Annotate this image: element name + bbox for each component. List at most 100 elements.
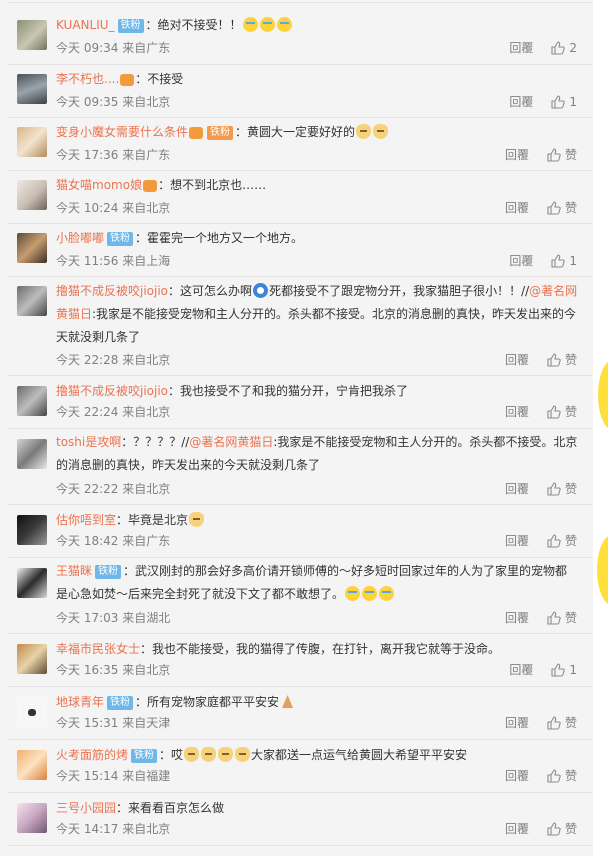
like-button[interactable]: 赞 <box>547 352 577 368</box>
like-button[interactable]: 赞 <box>547 610 577 626</box>
crying-face-emoji-icon <box>362 586 378 601</box>
iron-fan-badge[interactable]: 铁粉 <box>131 749 158 763</box>
thumbs-up-icon <box>547 534 561 548</box>
comment-body: 我也不能接受，我的猫得了传腹，在打针，离开我它就等于没命。 <box>152 642 501 656</box>
avatar[interactable] <box>17 697 47 727</box>
username-link[interactable]: 三号小园园 <box>56 801 116 815</box>
divider <box>8 792 593 793</box>
username-link[interactable]: 小脸嘟嘟 <box>56 231 104 245</box>
comment-body: 哎 <box>171 748 184 762</box>
reply-button[interactable]: 回覆 <box>505 610 529 626</box>
username-link[interactable]: 王猫眯 <box>56 564 92 578</box>
reply-button[interactable]: 回覆 <box>509 662 533 678</box>
mention-link[interactable]: @著名网黄猫日 <box>189 435 273 449</box>
thumbs-up-icon <box>551 254 566 268</box>
avatar[interactable] <box>17 386 47 416</box>
praying-hands-emoji-icon <box>280 694 295 709</box>
comment-meta: 今天 15:14 来自福建 <box>56 769 171 783</box>
thumbs-up-icon <box>547 148 561 162</box>
like-count: 赞 <box>564 769 577 783</box>
divider <box>8 276 593 277</box>
divider <box>8 686 593 687</box>
iron-fan-badge[interactable]: 铁粉 <box>107 696 134 710</box>
like-button[interactable]: 赞 <box>547 404 577 420</box>
username-link[interactable]: 李不朽也.... <box>56 72 119 86</box>
username-link[interactable]: 火考面筋的烤 <box>56 748 128 762</box>
like-count: 赞 <box>564 148 577 162</box>
reply-button[interactable]: 回覆 <box>509 94 533 110</box>
avatar[interactable] <box>17 803 47 833</box>
username-link[interactable]: toshi是攻啊 <box>56 435 121 449</box>
avatar[interactable] <box>17 644 47 674</box>
like-button[interactable]: 1 <box>551 662 577 678</box>
comment-meta: 今天 11:56 来自上海 <box>56 254 171 268</box>
reply-button[interactable]: 回覆 <box>505 821 529 837</box>
like-button[interactable]: 赞 <box>547 533 577 549</box>
divider <box>8 557 593 558</box>
reply-button[interactable]: 回覆 <box>505 768 529 784</box>
like-count: 赞 <box>564 534 577 548</box>
crying-face-emoji-icon <box>242 17 258 32</box>
thumbs-up-icon <box>547 822 561 836</box>
username-link[interactable]: 撸猫不成反被咬jiojio <box>56 384 168 398</box>
username-link[interactable]: 撸猫不成反被咬jiojio <box>56 284 168 298</box>
reply-button[interactable]: 回覆 <box>505 481 529 497</box>
thumbs-up-icon <box>551 41 566 55</box>
username-link[interactable]: KUANLIU_ <box>56 18 115 32</box>
like-button[interactable]: 1 <box>551 94 577 110</box>
thumbs-up-icon <box>547 716 561 730</box>
comment-body: 来看看百京怎么做 <box>128 801 225 815</box>
like-button[interactable]: 赞 <box>547 715 577 731</box>
avatar[interactable] <box>17 515 47 545</box>
page-edge <box>593 0 608 856</box>
crying-face-emoji-icon <box>259 17 275 32</box>
like-button[interactable]: 赞 <box>547 200 577 216</box>
reply-button[interactable]: 回覆 <box>505 352 529 368</box>
reply-button[interactable]: 回覆 <box>505 715 529 731</box>
reply-button[interactable]: 回覆 <box>505 533 529 549</box>
comment-body: 绝对不接受！！ <box>157 18 242 32</box>
like-button[interactable]: 赞 <box>547 821 577 837</box>
crying-face-emoji-icon <box>379 586 395 601</box>
iron-fan-badge[interactable]: 铁粉 <box>107 232 134 246</box>
comment-meta: 今天 09:34 来自广东 <box>56 41 171 55</box>
iron-fan-badge[interactable]: 铁粉 <box>207 126 234 140</box>
member-crown-icon <box>189 127 204 139</box>
avatar[interactable] <box>17 74 47 104</box>
avatar[interactable] <box>17 127 47 157</box>
like-button[interactable]: 1 <box>551 253 577 269</box>
comment-text: 撸猫不成反被咬jiojio：我也接受不了和我的猫分开，宁肯把我杀了 <box>56 384 409 398</box>
username-link[interactable]: 猫女喵momo娘 <box>56 178 142 192</box>
comment-body: 所有宠物家庭都平平安安 <box>147 695 280 709</box>
comment-text: 猫女喵momo娘 ：想不到北京也…… <box>56 178 267 192</box>
avatar[interactable] <box>17 439 47 469</box>
like-button[interactable]: 赞 <box>547 768 577 784</box>
like-button[interactable]: 赞 <box>547 481 577 497</box>
reply-button[interactable]: 回覆 <box>505 404 529 420</box>
avatar[interactable] <box>17 286 47 316</box>
reply-button[interactable]: 回覆 <box>509 253 533 269</box>
comment-body: 我也接受不了和我的猫分开，宁肯把我杀了 <box>180 384 409 398</box>
comment-text: 三号小园园：来看看百京怎么做 <box>56 801 225 815</box>
reply-button[interactable]: 回覆 <box>505 147 529 163</box>
username-link[interactable]: 幸福市民张女士 <box>56 642 140 656</box>
cat-face-emoji-icon <box>201 747 217 762</box>
like-button[interactable]: 2 <box>551 40 577 56</box>
avatar[interactable] <box>17 180 47 210</box>
reply-button[interactable]: 回覆 <box>509 40 533 56</box>
username-link[interactable]: 变身小魔女需要什么条件 <box>56 125 188 139</box>
cat-face-emoji-icon <box>218 747 234 762</box>
iron-fan-badge[interactable]: 铁粉 <box>95 565 122 579</box>
avatar[interactable] <box>17 568 47 598</box>
comment-text: 小脸嘟嘟 铁粉 ：霍霍完一个地方又一个地方。 <box>56 231 304 246</box>
comment-meta: 今天 17:03 来自湖北 <box>56 611 171 625</box>
avatar[interactable] <box>17 750 47 780</box>
avatar[interactable] <box>17 233 47 263</box>
iron-fan-badge[interactable]: 铁粉 <box>117 19 144 33</box>
username-link[interactable]: 地球青年 <box>56 695 104 709</box>
username-link[interactable]: 估你唔到室 <box>56 513 116 527</box>
like-count: 赞 <box>564 716 577 730</box>
reply-button[interactable]: 回覆 <box>505 200 529 216</box>
like-button[interactable]: 赞 <box>547 147 577 163</box>
avatar[interactable] <box>17 20 47 50</box>
